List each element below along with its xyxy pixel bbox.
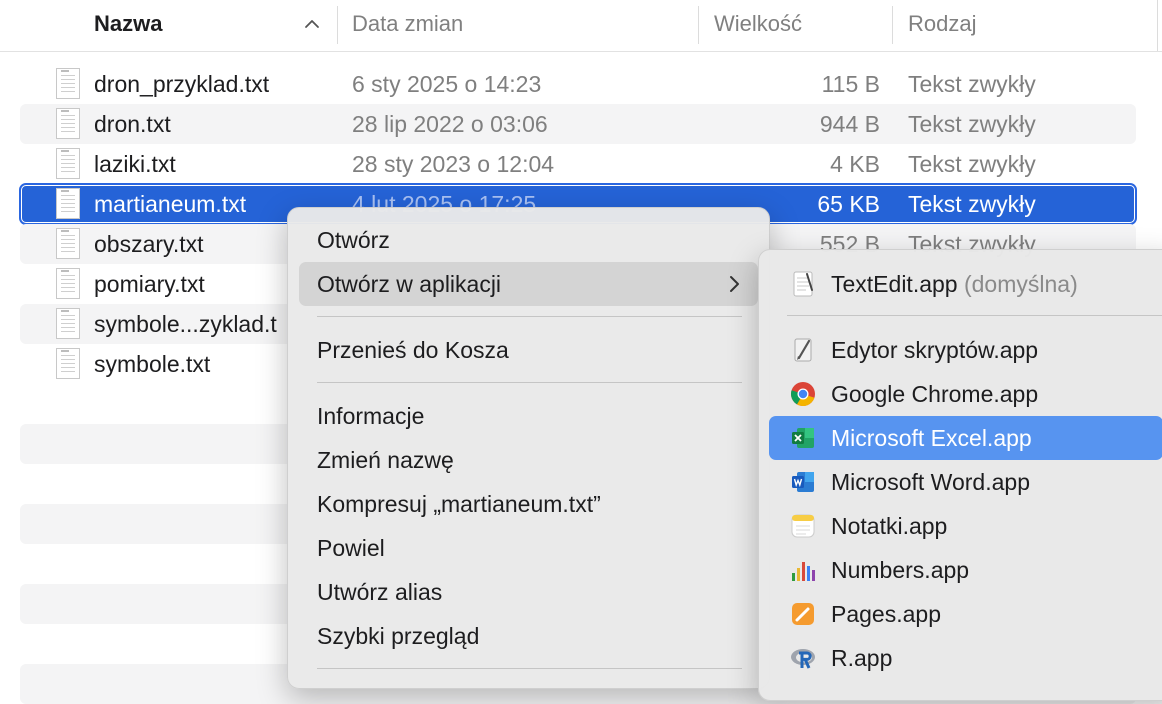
column-divider[interactable] xyxy=(892,6,893,44)
submenu-item-textedit[interactable]: TextEdit.app (domyślna) xyxy=(769,262,1162,306)
menu-item-label: Zmień nazwę xyxy=(317,447,454,473)
menu-item-move-to-trash[interactable]: Przenieś do Kosza xyxy=(299,328,758,372)
script-editor-icon xyxy=(794,338,812,362)
text-file-icon xyxy=(56,148,80,179)
submenu-item-label: R.app xyxy=(831,645,893,671)
menu-item-label: Szybki przegląd xyxy=(317,623,480,649)
menu-item-label: Otwórz xyxy=(317,227,390,253)
column-date-header[interactable]: Data zmian xyxy=(352,0,463,51)
file-kind: Tekst zwykły xyxy=(908,191,1036,217)
textedit-icon xyxy=(793,271,813,297)
menu-item-rename[interactable]: Zmień nazwę xyxy=(299,438,758,482)
file-name: martianeum.txt xyxy=(94,191,247,217)
submenu-item-label: Google Chrome.app xyxy=(831,381,1039,407)
menu-item-label: Informacje xyxy=(317,403,425,429)
file-size: 115 B xyxy=(821,71,880,97)
file-name: symbole.txt xyxy=(94,351,211,377)
file-row[interactable]: dron.txt 28 lip 2022 o 03:06 944 B Tekst… xyxy=(20,104,1136,144)
context-menu: Otwórz Otwórz w aplikacji Przenieś do Ko… xyxy=(287,207,770,689)
column-size-header[interactable]: Wielkość xyxy=(714,0,802,51)
submenu-item-script-editor[interactable]: Edytor skryptów.app xyxy=(769,328,1162,372)
menu-item-compress[interactable]: Kompresuj „martianeum.txt” xyxy=(299,482,758,526)
submenu-item-label: Microsoft Word.app xyxy=(831,469,1030,495)
submenu-item-label: TextEdit.app (domyślna) xyxy=(831,262,1078,306)
r-icon xyxy=(791,649,815,669)
file-name: dron_przyklad.txt xyxy=(94,71,270,97)
file-name: obszary.txt xyxy=(94,231,204,257)
submenu-item-microsoft-excel[interactable]: Microsoft Excel.app xyxy=(769,416,1162,460)
notes-icon xyxy=(791,514,815,538)
text-file-icon xyxy=(56,308,80,339)
submenu-item-numbers[interactable]: Numbers.app xyxy=(769,548,1162,592)
menu-separator xyxy=(787,315,1162,316)
numbers-icon xyxy=(792,562,815,581)
column-divider[interactable] xyxy=(698,6,699,44)
file-name: symbole...zyklad.t xyxy=(94,311,277,337)
chevron-up-icon[interactable] xyxy=(302,14,322,34)
submenu-item-label: Edytor skryptów.app xyxy=(831,337,1039,363)
submenu-item-label: Microsoft Excel.app xyxy=(831,425,1032,451)
submenu-item-pages[interactable]: Pages.app xyxy=(769,592,1162,636)
submenu-item-label: Pages.app xyxy=(831,601,941,627)
text-file-icon xyxy=(56,228,80,259)
menu-item-label: Otwórz w aplikacji xyxy=(317,271,502,297)
menu-item-duplicate[interactable]: Powiel xyxy=(299,526,758,570)
app-name: TextEdit.app xyxy=(831,271,958,297)
file-size: 4 KB xyxy=(830,151,880,177)
file-date: 28 lip 2022 o 03:06 xyxy=(352,111,548,137)
file-row[interactable]: dron_przyklad.txt 6 sty 2025 o 14:23 115… xyxy=(20,64,1136,104)
menu-separator xyxy=(317,382,742,383)
menu-item-open-with[interactable]: Otwórz w aplikacji xyxy=(299,262,758,306)
file-date: 6 sty 2025 o 14:23 xyxy=(352,71,542,97)
file-kind: Tekst zwykły xyxy=(908,151,1036,177)
menu-item-label: Przenieś do Kosza xyxy=(317,337,509,363)
column-divider xyxy=(1157,0,1158,51)
pages-icon xyxy=(792,603,814,625)
column-divider[interactable] xyxy=(337,6,338,44)
menu-separator xyxy=(317,316,742,317)
menu-item-label: Kompresuj „martianeum.txt” xyxy=(317,491,601,517)
file-date: 28 sty 2023 o 12:04 xyxy=(352,151,555,177)
submenu-item-google-chrome[interactable]: Google Chrome.app xyxy=(769,372,1162,416)
submenu-item-r[interactable]: R.app xyxy=(769,636,1162,680)
excel-icon xyxy=(792,428,814,448)
file-name: dron.txt xyxy=(94,111,171,137)
default-app-note: (domyślna) xyxy=(963,271,1078,297)
chevron-right-icon xyxy=(730,276,739,292)
file-name: laziki.txt xyxy=(94,151,176,177)
column-name-header[interactable]: Nazwa xyxy=(94,0,162,51)
file-size: 65 KB xyxy=(817,191,880,217)
submenu-item-label: Notatki.app xyxy=(831,513,948,539)
file-kind: Tekst zwykły xyxy=(908,111,1036,137)
file-name: pomiary.txt xyxy=(94,271,205,297)
file-kind: Tekst zwykły xyxy=(908,71,1036,97)
submenu-item-label: Numbers.app xyxy=(831,557,970,583)
submenu-item-microsoft-word[interactable]: Microsoft Word.app xyxy=(769,460,1162,504)
file-row[interactable]: laziki.txt 28 sty 2023 o 12:04 4 KB Teks… xyxy=(20,144,1136,184)
menu-item-open[interactable]: Otwórz xyxy=(299,218,758,262)
chrome-icon xyxy=(791,382,815,406)
menu-item-quick-look[interactable]: Szybki przegląd xyxy=(299,614,758,658)
column-header: Nazwa Data zmian Wielkość Rodzaj xyxy=(0,0,1162,52)
word-icon xyxy=(792,472,814,492)
menu-item-make-alias[interactable]: Utwórz alias xyxy=(299,570,758,614)
text-file-icon xyxy=(56,348,80,379)
menu-item-get-info[interactable]: Informacje xyxy=(299,394,758,438)
menu-item-label: Utwórz alias xyxy=(317,579,443,605)
submenu-item-notes[interactable]: Notatki.app xyxy=(769,504,1162,548)
text-file-icon xyxy=(56,188,80,219)
file-size: 944 B xyxy=(819,111,880,137)
open-with-submenu: TextEdit.app (domyślna) Edytor skryptów.… xyxy=(758,249,1162,701)
menu-item-label: Powiel xyxy=(317,535,385,561)
column-kind-header[interactable]: Rodzaj xyxy=(908,0,976,51)
text-file-icon xyxy=(56,68,80,99)
text-file-icon xyxy=(56,108,80,139)
text-file-icon xyxy=(56,268,80,299)
menu-separator xyxy=(317,668,742,669)
